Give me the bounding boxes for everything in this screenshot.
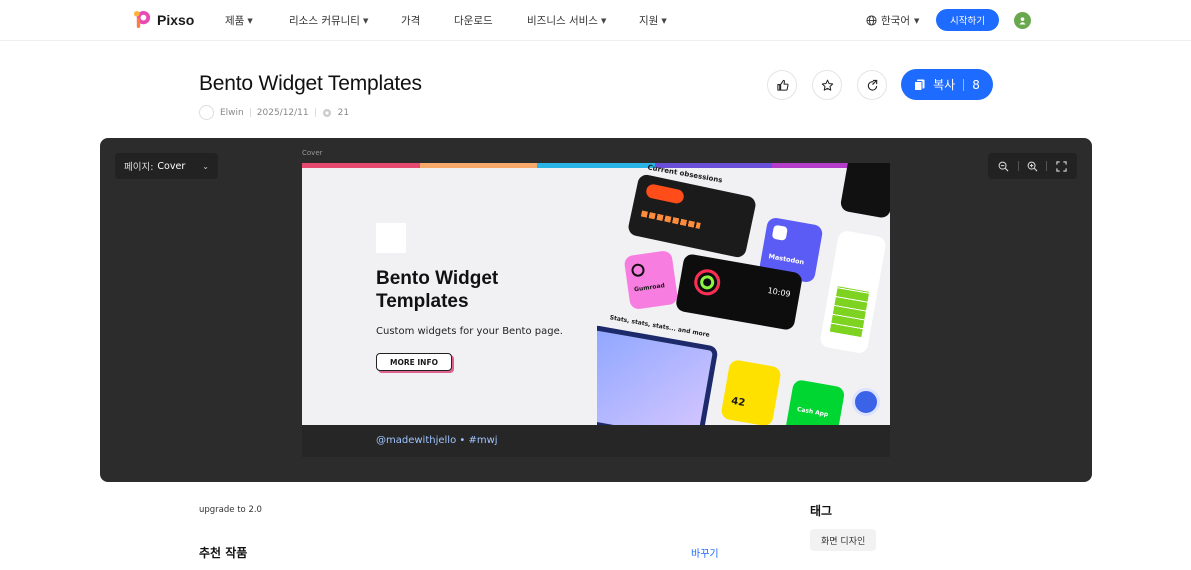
copy-icon — [914, 79, 925, 91]
copy-label: 복사 — [933, 78, 956, 92]
nav-item-download[interactable]: 다운로드 — [454, 13, 493, 28]
divider — [1017, 161, 1019, 171]
cover-title: Bento Widget Templates — [376, 268, 499, 312]
widget-value: 42 — [730, 395, 746, 410]
author-name[interactable]: Elwin — [220, 108, 244, 118]
nav-item-label: 지원 — [639, 15, 659, 27]
language-selector[interactable]: 한국어 ▼ — [866, 13, 919, 28]
widget-label: Gumroad — [633, 282, 666, 294]
pixso-logo[interactable]: Pixso — [133, 10, 194, 29]
fullscreen-icon[interactable] — [1056, 160, 1067, 172]
color-stripe — [420, 163, 537, 168]
nav-item-label: 제품 — [225, 15, 245, 27]
nav-item-label: 비즈니스 서비스 — [527, 15, 598, 27]
divider — [314, 108, 316, 117]
pixso-logo-icon — [133, 10, 151, 29]
widget-collage: Current obsessions Mastodon Gumroad 10:0… — [597, 163, 890, 425]
widget-obsessions — [626, 173, 758, 259]
zoom-out-icon[interactable] — [998, 161, 1009, 172]
nav-item-pricing[interactable]: 가격 — [401, 13, 420, 28]
widget-cashapp: Cash App — [784, 378, 846, 425]
start-button[interactable]: 시작하기 — [936, 9, 999, 31]
widget-weather — [839, 163, 890, 219]
page-title: Bento Widget Templates — [199, 72, 422, 95]
change-button[interactable]: 바꾸기 — [691, 545, 719, 560]
chevron-down-icon: ▼ — [661, 16, 667, 25]
widget-stats-map — [597, 324, 719, 425]
bento-badge-icon — [852, 388, 880, 416]
widget-time: 10:09 — [766, 286, 792, 299]
chevron-down-icon: ▼ — [362, 16, 369, 25]
chevron-down-icon: ▼ — [600, 16, 607, 25]
tag-chip[interactable]: 화면 디자인 — [810, 529, 877, 551]
zoom-in-icon[interactable] — [1027, 161, 1038, 172]
copy-count: 8 — [972, 77, 980, 92]
globe-icon — [866, 15, 877, 26]
widget-logo — [644, 183, 686, 205]
divider — [963, 78, 965, 91]
divider — [1046, 161, 1048, 171]
widget-label: Cash App — [796, 405, 829, 419]
activity-rings-icon — [692, 267, 723, 298]
page-label: 페이지: — [124, 162, 154, 173]
cover-subtitle: Custom widgets for your Bento page. — [376, 326, 563, 337]
nav-item-label: 가격 — [401, 15, 421, 27]
zoom-controls — [988, 153, 1077, 179]
nav-item-business[interactable]: 비즈니스 서비스 ▼ — [527, 13, 606, 28]
star-icon — [821, 79, 833, 91]
view-count: 21 — [337, 107, 350, 118]
chevron-down-icon: ▼ — [247, 16, 253, 25]
template-description: upgrade to 2.0 — [199, 505, 262, 515]
view-icon — [322, 108, 331, 117]
chevron-down-icon: ⌄ — [202, 161, 209, 171]
cover-footer: @madewithjello • #mwj — [302, 425, 890, 457]
widget-number: 42 — [720, 358, 782, 425]
brand-name: Pixso — [157, 11, 195, 28]
footer-text: @madewithjello • #mwj — [376, 435, 498, 446]
favorite-button[interactable] — [812, 70, 842, 100]
share-icon — [867, 79, 877, 91]
like-button[interactable] — [767, 70, 797, 100]
widget-gumroad: Gumroad — [623, 249, 679, 311]
user-avatar[interactable] — [1014, 12, 1031, 29]
nav-item-label: 다운로드 — [454, 15, 493, 27]
copy-button[interactable]: 복사 8 — [901, 69, 993, 100]
language-label: 한국어 — [881, 15, 910, 27]
chevron-down-icon: ▼ — [913, 16, 920, 25]
gumroad-icon — [630, 262, 646, 278]
nav-item-product[interactable]: 제품 ▼ — [225, 13, 253, 28]
widget-bars — [640, 210, 701, 229]
mastodon-icon — [771, 224, 788, 241]
cover-logo-square — [376, 223, 406, 253]
page-selector[interactable]: 페이지: Cover ⌄ — [115, 153, 218, 179]
author-avatar[interactable] — [199, 105, 214, 120]
nav-item-label: 리소스 커뮤니티 — [289, 15, 360, 27]
avatar-icon — [1019, 17, 1026, 25]
top-navbar: Pixso 제품 ▼ 리소스 커뮤니티 ▼ 가격 다운로드 비즈니스 서비스 ▼ 지원… — [0, 0, 1191, 41]
more-info-button: MORE INFO — [376, 353, 452, 371]
widget-label: Mastodon — [767, 252, 805, 267]
thumbs-up-icon — [776, 79, 789, 91]
widget-grid — [829, 286, 870, 338]
cover-frame: Bento Widget Templates Custom widgets fo… — [302, 163, 890, 457]
template-meta: Elwin 2025/12/11 21 — [199, 105, 349, 120]
share-button[interactable] — [857, 70, 887, 100]
nav-item-support[interactable]: 지원 ▼ — [639, 13, 667, 28]
recommended-title: 추천 작품 — [199, 546, 248, 560]
nav-item-resources[interactable]: 리소스 커뮤니티 ▼ — [289, 13, 368, 28]
divider — [249, 108, 251, 117]
tags-title: 태그 — [810, 504, 833, 518]
page-value: Cover — [157, 160, 186, 172]
design-viewer[interactable]: 페이지: Cover ⌄ Cover Bento Widget Template… — [100, 138, 1092, 482]
publish-date: 2025/12/11 — [256, 107, 309, 118]
color-stripe — [302, 163, 420, 168]
widget-nytimes — [819, 229, 887, 355]
frame-label: Cover — [302, 149, 323, 157]
